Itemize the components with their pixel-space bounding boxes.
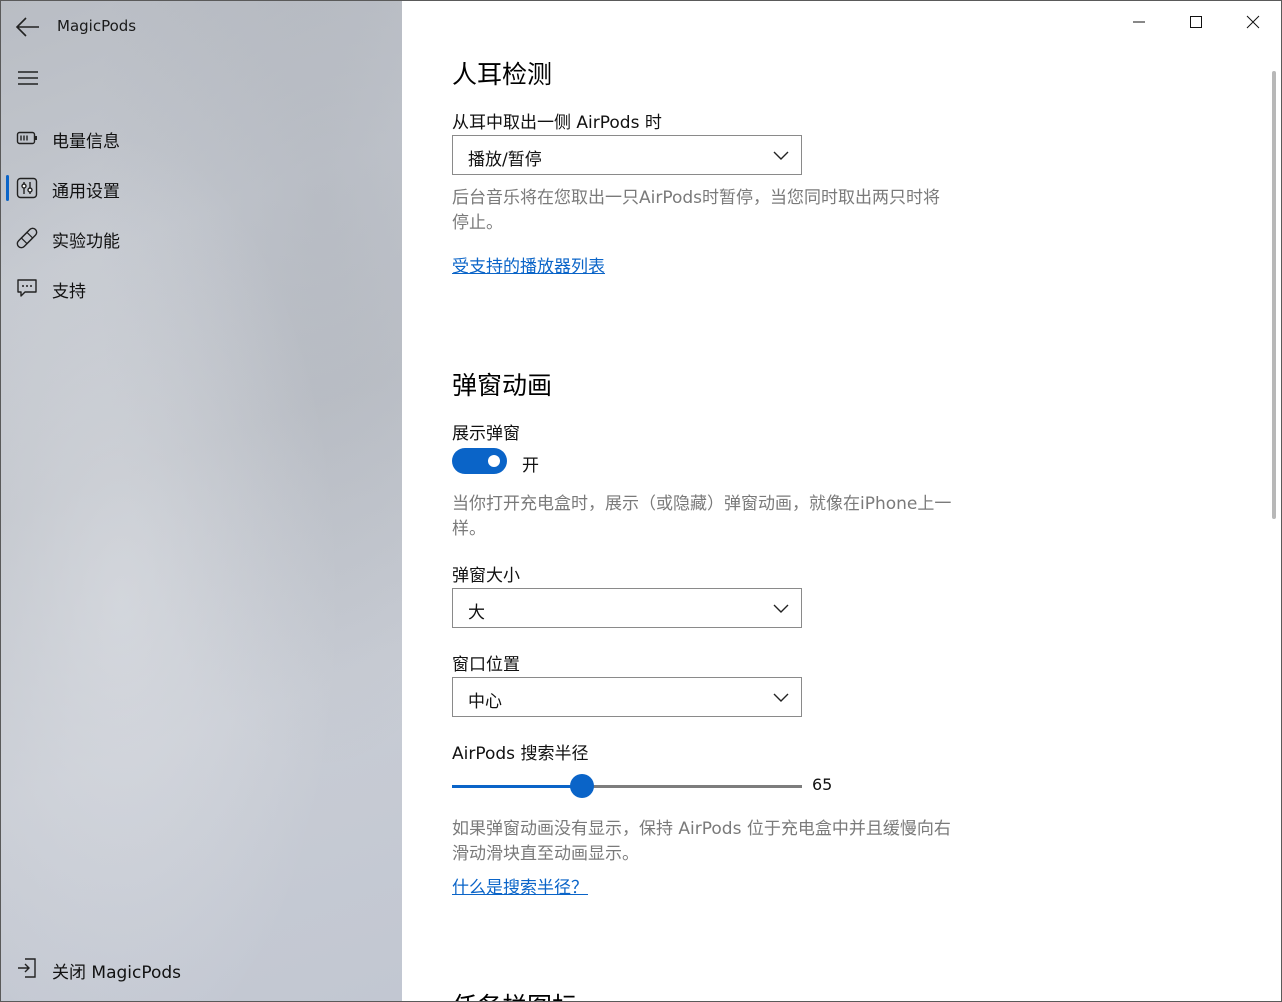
popup-size-dropdown[interactable]: 大 [452, 588, 802, 628]
nav-item-experimental[interactable]: 实验功能 [1, 213, 402, 263]
hamburger-icon [18, 71, 38, 85]
ear-detection-description: 后台音乐将在您取出一只AirPods时暂停，当您同时取出两只时将停止。 [452, 188, 941, 233]
nav-item-general-settings[interactable]: 通用设置 [1, 163, 402, 213]
slider-thumb[interactable] [570, 774, 594, 798]
nav-item-battery[interactable]: 电量信息 [1, 113, 402, 163]
show-popup-toggle[interactable] [452, 448, 507, 474]
app-window: MagicPods 电量信息 通用设置 实验功能 支持 关闭 MagicPods… [0, 0, 1282, 1002]
popup-size-label: 弹窗大小 [452, 566, 520, 586]
selection-indicator [6, 175, 9, 201]
show-popup-state: 开 [522, 456, 539, 476]
nav-item-label: 电量信息 [52, 132, 120, 152]
window-position-value: 中心 [468, 692, 502, 712]
window-position-label: 窗口位置 [452, 655, 520, 675]
hamburger-menu-button[interactable] [17, 69, 39, 87]
nav-list: 电量信息 通用设置 实验功能 支持 [1, 113, 402, 313]
nav-item-label: 通用设置 [52, 182, 120, 202]
search-radius-slider[interactable] [452, 773, 802, 799]
ear-removal-label: 从耳中取出一侧 AirPods 时 [452, 113, 662, 133]
nav-item-support[interactable]: 支持 [1, 263, 402, 313]
section-title-ear-detection: 人耳检测 [452, 60, 553, 89]
chevron-down-icon [773, 151, 789, 160]
back-button[interactable] [15, 15, 41, 39]
chevron-down-icon [773, 693, 789, 702]
chevron-down-icon [773, 604, 789, 613]
close-magicpods-button[interactable]: 关闭 MagicPods [1, 943, 402, 993]
ear-removal-dropdown[interactable]: 播放/暂停 [452, 135, 802, 175]
nav-item-label: 实验功能 [52, 232, 120, 252]
settings-content: 人耳检测 从耳中取出一侧 AirPods 时 播放/暂停 后台音乐将在您取出一只… [452, 1, 1272, 1001]
bandage-icon [16, 227, 38, 249]
show-popup-label: 展示弹窗 [452, 424, 520, 444]
app-title: MagicPods [57, 17, 137, 35]
settings-sliders-icon [16, 177, 38, 199]
section-title-popup-animation: 弹窗动画 [452, 371, 553, 400]
section-title-taskbar-icon: 任务栏图标 [452, 987, 577, 1001]
search-radius-description: 如果弹窗动画没有显示，保持 AirPods 位于充电盒中并且缓慢向右滑动滑块直至… [452, 819, 951, 864]
popup-size-value: 大 [468, 603, 485, 623]
arrow-left-icon [15, 17, 39, 37]
exit-icon [18, 958, 36, 978]
battery-icon [16, 131, 37, 145]
nav-item-label: 支持 [52, 282, 86, 302]
vertical-scrollbar[interactable] [1272, 71, 1276, 519]
search-radius-value: 65 [812, 775, 833, 794]
chat-bubble-icon [17, 279, 37, 297]
supported-players-link[interactable]: 受支持的播放器列表 [452, 252, 605, 277]
search-radius-label: AirPods 搜索半径 [452, 744, 589, 764]
popup-description: 当你打开充电盒时，展示（或隐藏）弹窗动画，就像在iPhone上一样。 [452, 494, 952, 539]
close-magicpods-label: 关闭 MagicPods [52, 963, 182, 983]
window-position-dropdown[interactable]: 中心 [452, 677, 802, 717]
ear-removal-value: 播放/暂停 [468, 150, 542, 170]
slider-fill [452, 785, 582, 788]
navigation-pane: MagicPods 电量信息 通用设置 实验功能 支持 关闭 MagicPods [1, 1, 402, 1001]
toggle-knob [488, 455, 500, 467]
what-is-search-radius-link[interactable]: 什么是搜索半径？ [452, 873, 588, 898]
